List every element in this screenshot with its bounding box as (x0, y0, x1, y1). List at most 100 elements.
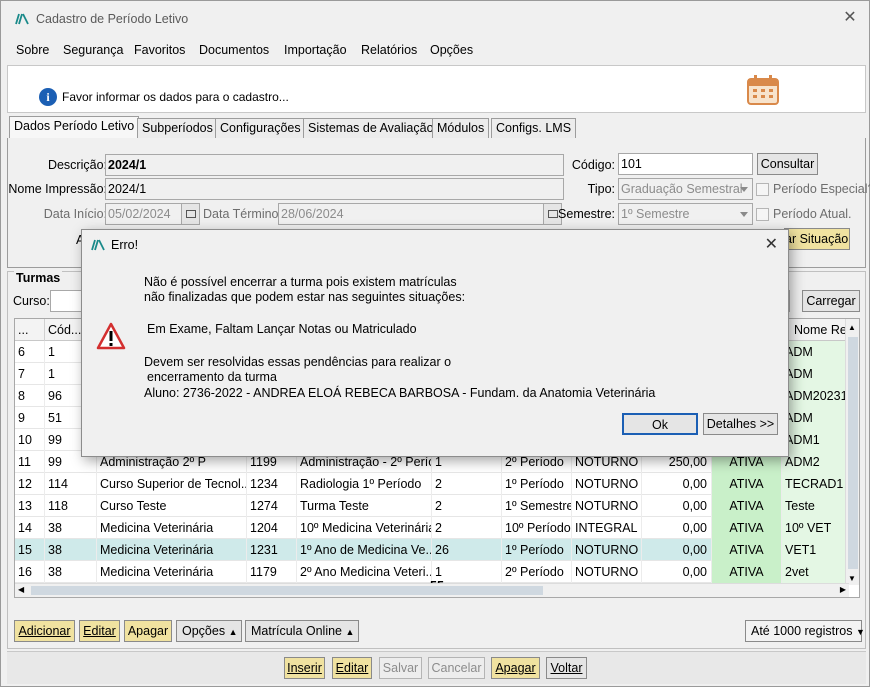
menu-importacao[interactable]: Importação (284, 43, 347, 57)
close-icon[interactable]: ✕ (765, 234, 778, 254)
menu-relatorios[interactable]: Relatórios (361, 43, 417, 57)
table-cell: 2 (432, 495, 502, 517)
table-cell: 15 (15, 539, 45, 561)
table-cell: 11 (15, 451, 45, 473)
table-cell: ADM (782, 363, 849, 385)
ok-button[interactable]: Ok (622, 413, 698, 435)
scroll-up-icon[interactable]: ▲ (848, 323, 856, 332)
data-inicio-label: Data Início: (43, 207, 107, 221)
menu-documentos[interactable]: Documentos (199, 43, 269, 57)
apagar-button[interactable]: Apagar (491, 657, 540, 679)
adicionar-button[interactable]: Adicionar (14, 620, 75, 642)
table-cell: Curso Teste (97, 495, 247, 517)
footer-bar: Inserir Editar Salvar Cancelar Apagar Vo… (7, 651, 866, 684)
table-cell: ADM (782, 341, 849, 363)
table-cell: ADM1 (782, 429, 849, 451)
chevron-down-icon: ▼ (855, 627, 865, 637)
table-cell: 1º Período (502, 473, 572, 495)
table-row[interactable]: 13 118 Curso Teste 1274 Turma Teste 2 1º Semes… (15, 495, 849, 517)
data-termino-label: Data Término: (203, 207, 282, 221)
apagar-grid-button[interactable]: Apagar (124, 620, 172, 642)
editar-button[interactable]: Editar (332, 657, 372, 679)
tab-modulos[interactable]: Módulos (432, 118, 490, 138)
menu-sobre[interactable]: Sobre (16, 43, 49, 57)
table-row[interactable]: 15 38 Medicina Veterinária 1231 1º Ano de Me… (15, 539, 849, 561)
data-inicio-calendar-icon[interactable] (181, 203, 200, 225)
table-cell: Curso Superior de Tecnol... (97, 473, 247, 495)
tab-configs-lms[interactable]: Configs. LMS (491, 118, 577, 138)
dialog-message-line: Devem ser resolvidas essas pendências pa… (144, 355, 452, 369)
table-cell: 1º Ano de Medicina Ve... (297, 539, 432, 561)
detalhes-button[interactable]: Detalhes >> (703, 413, 778, 435)
table-cell: 1234 (247, 473, 297, 495)
dialog-message-line: encerramento da turma (147, 370, 277, 384)
close-icon[interactable]: ✕ (841, 9, 859, 27)
table-cell: ATIVA (712, 517, 782, 539)
table-row[interactable]: 14 38 Medicina Veterinária 1204 10º Medicina… (15, 517, 849, 539)
tab-configuracoes[interactable]: Configurações (215, 118, 306, 138)
nome-impressao-field[interactable]: 2024/1 (105, 178, 564, 200)
scroll-right-icon[interactable]: ▶ (840, 585, 846, 594)
registros-select[interactable]: Até 1000 registros ▼ (745, 620, 865, 642)
table-cell: Teste (782, 495, 849, 517)
table-row[interactable]: 12 114 Curso Superior de Tecnol... 1234 Radi… (15, 473, 849, 495)
codigo-field[interactable]: 101 (618, 153, 753, 175)
warning-icon (96, 322, 126, 350)
table-cell: 0,00 (642, 539, 712, 561)
column-header[interactable]: ... (15, 319, 45, 341)
scroll-left-icon[interactable]: ◀ (18, 585, 24, 594)
alterar-situacao-button[interactable]: ar Situação (784, 228, 850, 250)
tipo-label: Tipo: (587, 182, 615, 196)
table-cell: ADM2 (782, 451, 849, 473)
semestre-select[interactable]: 1º Semestre (618, 203, 753, 225)
column-header[interactable]: Nome Red. (791, 319, 849, 341)
table-cell: 1º Período (502, 539, 572, 561)
vertical-scrollbar[interactable]: ▲ ▼ (845, 319, 859, 585)
tab-sistemas-avaliacao[interactable]: Sistemas de Avaliação (303, 118, 439, 138)
table-cell: 14 (15, 517, 45, 539)
menu-bar: Sobre Segurança Favoritos Documentos Imp… (1, 39, 869, 61)
dialog-message-line: não finalizadas que podem estar nas segu… (144, 290, 466, 304)
info-icon: i (39, 88, 57, 106)
table-cell: 13 (15, 495, 45, 517)
voltar-button[interactable]: Voltar (546, 657, 587, 679)
editar-grid-button[interactable]: Editar (79, 620, 120, 642)
periodo-atual-checkbox[interactable] (756, 208, 769, 221)
consultar-button[interactable]: Consultar (757, 153, 818, 175)
table-cell: 8 (15, 385, 45, 407)
periodo-especial-label: Período Especial? (773, 182, 870, 196)
table-cell: Medicina Veterinária (97, 517, 247, 539)
menu-seguranca[interactable]: Segurança (63, 43, 123, 57)
descricao-field[interactable]: 2024/1 (105, 154, 564, 176)
tab-subperiodos[interactable]: Subperíodos (137, 118, 218, 138)
table-cell: ATIVA (712, 495, 782, 517)
table-cell: 12 (15, 473, 45, 495)
inserir-button[interactable]: Inserir (284, 657, 325, 679)
chevron-up-icon: ▲ (228, 627, 238, 637)
tipo-select[interactable]: Graduação Semestral (618, 178, 753, 200)
chevron-up-icon: ▲ (345, 627, 355, 637)
curso-label: Curso: (13, 294, 50, 308)
table-cell: 7 (15, 363, 45, 385)
table-cell: 26 (432, 539, 502, 561)
info-bar: i Favor informar os dados para o cadastr… (7, 65, 866, 113)
horizontal-scrollbar[interactable]: ◀ ▶ (15, 583, 849, 597)
opcoes-button[interactable]: Opções ▲ (176, 620, 242, 642)
dialog-title: Erro! (111, 238, 139, 252)
calendar-icon (747, 75, 779, 105)
nome-impressao-label: Nome Impressão: (8, 182, 107, 196)
table-cell: 0,00 (642, 473, 712, 495)
salvar-button[interactable]: Salvar (379, 657, 422, 679)
data-termino-field[interactable]: 28/06/2024 (278, 203, 544, 225)
window-title: Cadastro de Período Letivo (36, 12, 189, 26)
scroll-down-icon[interactable]: ▼ (848, 574, 856, 583)
cancelar-button[interactable]: Cancelar (428, 657, 485, 679)
carregar-button[interactable]: Carregar (802, 290, 860, 312)
table-cell: Medicina Veterinária (97, 539, 247, 561)
tab-dados-periodo[interactable]: Dados Período Letivo (9, 116, 140, 138)
matricula-online-button[interactable]: Matrícula Online ▲ (245, 620, 359, 642)
data-inicio-field[interactable]: 05/02/2024 (105, 203, 182, 225)
menu-favoritos[interactable]: Favoritos (134, 43, 185, 57)
menu-opcoes[interactable]: Opções (430, 43, 473, 57)
periodo-especial-checkbox[interactable] (756, 183, 769, 196)
